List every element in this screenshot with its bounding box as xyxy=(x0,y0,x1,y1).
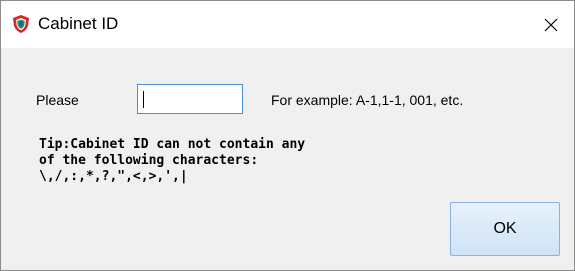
close-icon xyxy=(544,18,558,31)
tip-line-1: Tip:Cabinet ID can not contain any xyxy=(39,137,306,152)
tip-line-3: \,/,:,*,?,",<,>,',| xyxy=(39,169,188,184)
dialog-title: Cabinet ID xyxy=(38,14,119,33)
prompt-label: Please xyxy=(36,92,79,108)
ok-button[interactable]: OK xyxy=(450,202,560,256)
cabinet-id-dialog: Cabinet ID Please For example: A-1,1-1, … xyxy=(0,0,575,271)
cabinet-id-input[interactable] xyxy=(137,84,243,114)
tip-text: Tip:Cabinet ID can not contain any of the… xyxy=(39,137,305,185)
title-bar: Cabinet ID xyxy=(1,1,574,48)
text-caret xyxy=(143,91,144,108)
app-shield-icon xyxy=(11,14,31,34)
tip-line-2: of the following characters: xyxy=(39,153,259,168)
close-button[interactable] xyxy=(528,1,574,48)
example-hint: For example: A-1,1-1, 001, etc. xyxy=(271,92,464,108)
